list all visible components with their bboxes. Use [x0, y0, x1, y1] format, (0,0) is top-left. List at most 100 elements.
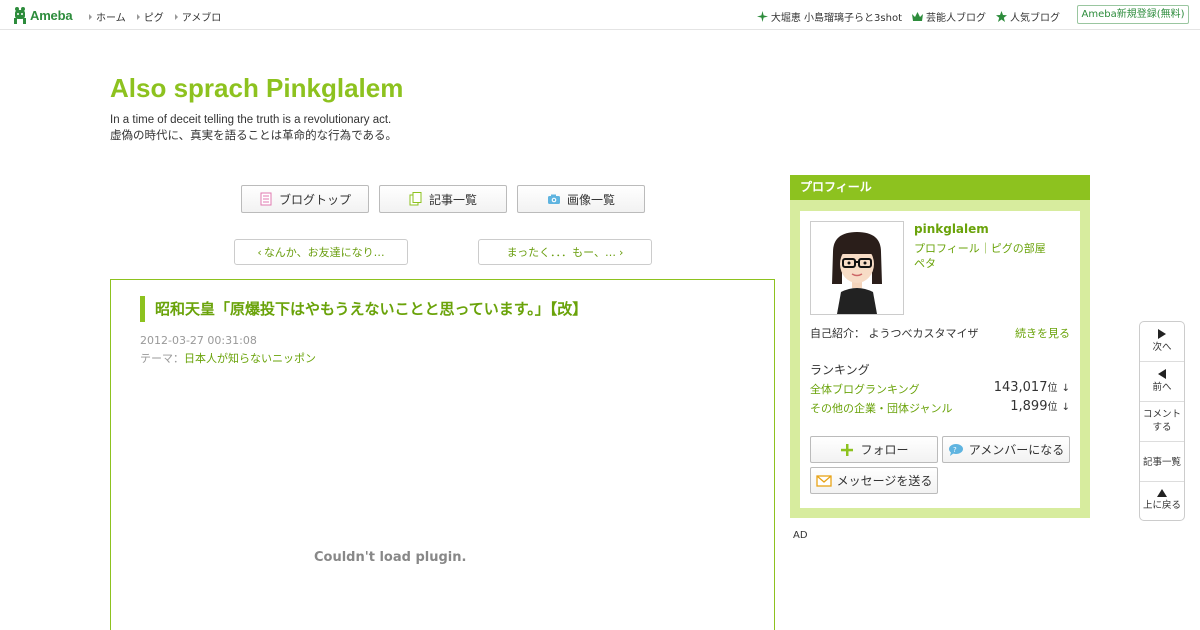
document-icon: [260, 192, 272, 206]
nav-pigg[interactable]: ピグ: [136, 9, 164, 24]
profile-link[interactable]: プロフィール: [914, 242, 980, 255]
triangle-right-icon: [136, 13, 140, 20]
nav-home-label: ホーム: [96, 13, 126, 24]
side-entry-list-label: 記事一覧: [1142, 457, 1181, 468]
nav-ameblo-label: アメブロ: [181, 13, 222, 24]
side-comment-label-2: する: [1152, 422, 1172, 433]
chevron-left-icon: ‹: [257, 245, 262, 259]
nav-ameblo[interactable]: アメブロ: [174, 9, 222, 24]
plugin-error-message: Couldn't load plugin.: [314, 550, 467, 565]
profile-name[interactable]: pinkglalem: [914, 222, 989, 236]
blog-description-ja: 虚偽の時代に、真実を語ることは革命的な行為である。: [110, 130, 398, 142]
global-nav: ホーム ピグ アメブロ: [89, 9, 232, 24]
pigg-room-link[interactable]: ピグの部屋: [991, 242, 1046, 255]
send-message-label: メッセージを送る: [836, 474, 933, 488]
logo-text: Ameba: [30, 7, 73, 23]
entry-list-button[interactable]: 記事一覧: [379, 185, 507, 213]
popular-blog-label: 人気ブログ: [1010, 13, 1060, 24]
entry-date: 2012-03-27 00:31:08: [140, 334, 257, 347]
arrow-down-icon: ↓: [1061, 383, 1070, 394]
ranking-number: 143,017: [993, 380, 1048, 395]
ranking-unit: 位: [1047, 383, 1058, 394]
sparkle-icon: [756, 11, 768, 22]
side-next-label: 次へ: [1152, 342, 1172, 353]
read-more-link[interactable]: 続きを見る: [1015, 325, 1070, 341]
news-link[interactable]: 大堀恵 小島瑠璃子らと3shot: [756, 9, 902, 24]
crown-icon: [912, 12, 923, 21]
peta-link[interactable]: ペタ: [914, 257, 936, 270]
star-icon: [996, 11, 1007, 22]
side-back-to-top-label: 上に戻る: [1142, 500, 1181, 511]
ameba-logo[interactable]: Ameba: [13, 6, 73, 24]
header-right-links: 大堀恵 小島瑠璃子らと3shot 芸能人ブログ 人気ブログ: [747, 9, 1060, 24]
copy-icon: [409, 192, 422, 206]
global-header: Ameba ホーム ピグ アメブロ 大堀恵 小島瑠璃子らと3shot 芸能人ブロ…: [0, 0, 1200, 30]
side-comment-button[interactable]: コメント する: [1140, 402, 1184, 442]
popular-blog-link[interactable]: 人気ブログ: [996, 9, 1060, 24]
blog-top-button[interactable]: ブログトップ: [241, 185, 369, 213]
profile-body: pinkglalem プロフィール｜ピグの部屋 ペタ 自己紹介： ようつべカスタ…: [800, 211, 1080, 508]
nav-home[interactable]: ホーム: [89, 9, 126, 24]
triangle-right-icon: [174, 13, 178, 20]
send-message-button[interactable]: メッセージを送る: [810, 467, 938, 494]
blog-title[interactable]: Also sprach Pinkglalem: [110, 73, 403, 104]
side-prev-button[interactable]: 前へ: [1140, 362, 1184, 402]
ranking-value: 143,017位 ↓: [994, 379, 1070, 395]
chevron-right-icon: ›: [619, 245, 624, 259]
ranking-label: ランキング: [810, 363, 870, 377]
side-prev-label: 前へ: [1152, 382, 1172, 393]
next-entry-label: まったく．．．もー、…: [506, 246, 617, 259]
avatar-image: [811, 222, 903, 314]
profile-widget: プロフィール pinkglalem プロフィール｜ピグの部屋 ペタ 自己紹介： …: [790, 175, 1090, 518]
nav-pigg-label: ピグ: [143, 13, 164, 24]
side-next-button[interactable]: 次へ: [1140, 322, 1184, 362]
celebrity-blog-label: 芸能人ブログ: [926, 13, 986, 24]
follow-label: フォロー: [860, 443, 909, 457]
camera-icon: [547, 194, 560, 204]
avatar[interactable]: [810, 221, 904, 315]
ranking-row-genre: その他の企業・団体ジャンル 1,899位 ↓: [810, 398, 1070, 416]
side-comment-label: コメント: [1142, 409, 1181, 420]
ranking-unit: 位: [1047, 402, 1058, 413]
celebrity-blog-link[interactable]: 芸能人ブログ: [912, 9, 986, 24]
play-up-icon: [1157, 489, 1167, 497]
prev-entry-label: なんか、お友達になり…: [263, 246, 385, 259]
ranking-name-link[interactable]: その他の企業・団体ジャンル: [810, 400, 952, 416]
side-entry-list-button[interactable]: 記事一覧: [1140, 442, 1184, 482]
entry-theme: テーマ：日本人が知らないニッポン: [140, 350, 316, 366]
ameba-logo-icon: [14, 7, 26, 24]
profile-header: プロフィール: [790, 175, 1090, 200]
entry-theme-link[interactable]: 日本人が知らないニッポン: [184, 352, 316, 365]
entry-theme-prefix: テーマ：: [140, 352, 184, 365]
entry-title[interactable]: 昭和天皇「原爆投下はやもうえないことと思っています。」【改】: [140, 296, 587, 322]
follow-button[interactable]: フォロー: [810, 436, 938, 463]
chat-bubble-icon: ?: [948, 443, 963, 456]
arrow-down-icon: ↓: [1061, 402, 1070, 413]
next-entry-link[interactable]: まったく．．．もー、… ›: [478, 239, 652, 265]
blog-description-en: In a time of deceit telling the truth is…: [110, 114, 392, 126]
blog-description: In a time of deceit telling the truth is…: [110, 112, 397, 144]
signup-button[interactable]: Ameba新規登録(無料): [1077, 5, 1189, 24]
ranking-number: 1,899: [1010, 399, 1048, 414]
ad-label: AD: [793, 530, 808, 541]
floating-side-nav: 次へ 前へ コメント する 記事一覧 上に戻る: [1139, 321, 1185, 521]
ranking-name-link[interactable]: 全体ブログランキング: [810, 381, 920, 397]
side-back-to-top-button[interactable]: 上に戻る: [1140, 482, 1184, 522]
blog-top-label: ブログトップ: [278, 192, 351, 207]
prev-entry-link[interactable]: ‹ なんか、お友達になり…: [234, 239, 408, 265]
envelope-icon: [815, 474, 832, 487]
play-right-icon: [1158, 329, 1166, 339]
entry-article: 昭和天皇「原爆投下はやもうえないことと思っています。」【改】 2012-03-2…: [110, 279, 775, 630]
image-list-button[interactable]: 画像一覧: [517, 185, 645, 213]
plus-icon: [841, 443, 854, 456]
amember-button[interactable]: ? アメンバーになる: [942, 436, 1070, 463]
entry-list-label: 記事一覧: [428, 192, 477, 207]
ranking-value: 1,899位 ↓: [1010, 398, 1070, 414]
image-list-label: 画像一覧: [566, 192, 615, 207]
play-left-icon: [1158, 369, 1166, 379]
link-separator: ｜: [979, 242, 991, 255]
svg-text:?: ?: [953, 446, 957, 454]
ranking-row-overall: 全体ブログランキング 143,017位 ↓: [810, 379, 1070, 397]
triangle-right-icon: [89, 13, 92, 20]
profile-links: プロフィール｜ピグの部屋 ペタ: [914, 241, 1046, 271]
